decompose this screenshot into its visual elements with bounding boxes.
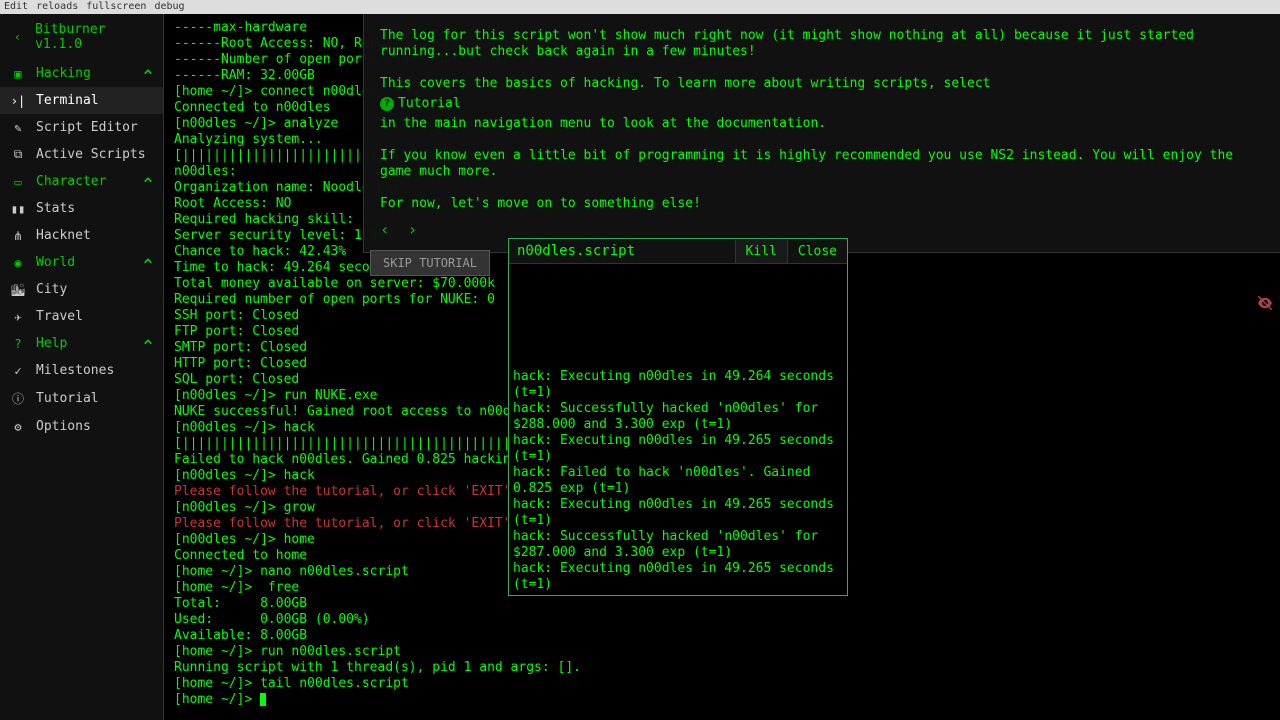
terminal-prompt[interactable]: [home ~/]> (174, 692, 1270, 708)
script-log-output: hack: Executing n00dles in 49.264 second… (509, 264, 847, 595)
log-line: hack: Successfully hacked 'n00dles' for … (513, 401, 843, 433)
chevron-up-icon (143, 336, 153, 351)
script-log-title: n00dles.script (509, 239, 735, 263)
menu-edit[interactable]: Edit (4, 1, 28, 13)
tutorial-text: This covers the basics of hacking. To le… (380, 76, 1266, 92)
app-version[interactable]: ‹ Bitburner v1.1.0 (0, 14, 163, 60)
skip-tutorial-button[interactable]: SKIP TUTORIAL (370, 250, 490, 276)
nav-city[interactable]: 🏙 City (0, 276, 163, 303)
nav-active-scripts[interactable]: ⧉ Active Scripts (0, 141, 163, 168)
tutorial-text: in the main navigation menu to look at t… (380, 116, 1266, 132)
nav-terminal[interactable]: ›| Terminal (0, 87, 163, 114)
nav-stats[interactable]: ▮▮ Stats (0, 195, 163, 222)
info-icon: ⓘ (10, 390, 26, 407)
section-help[interactable]: ? Help (0, 330, 163, 357)
city-icon: 🏙 (10, 283, 26, 297)
question-icon: ? (10, 337, 26, 351)
section-hacking[interactable]: ▣ Hacking (0, 60, 163, 87)
tutorial-text: If you know even a little bit of program… (380, 148, 1266, 180)
log-line: hack: Executing n00dles in 49.265 second… (513, 497, 843, 529)
tutorial-prev-button[interactable]: ‹ (380, 222, 390, 238)
check-icon: ✓ (10, 364, 26, 378)
nav-hacknet[interactable]: ⋔ Hacknet (0, 222, 163, 249)
pencil-icon: ✎ (10, 121, 26, 135)
close-button[interactable]: Close (787, 240, 847, 263)
chevron-up-icon (143, 174, 153, 189)
menu-fullscreen[interactable]: fullscreen (86, 1, 146, 13)
menu-debug[interactable]: debug (154, 1, 184, 13)
section-character[interactable]: ▭ Character (0, 168, 163, 195)
kill-button[interactable]: Kill (735, 240, 787, 263)
user-card-icon: ▭ (10, 175, 26, 189)
stack-icon: ⧉ (10, 147, 26, 162)
tutorial-link[interactable]: ? Tutorial (380, 96, 461, 112)
log-line: hack: Executing n00dles in 49.265 second… (513, 561, 843, 593)
log-line: hack: Successfully hacked 'n00dles' for … (513, 529, 843, 561)
log-line: hack: Failed to hack 'n00dles'. Gained 0… (513, 465, 843, 497)
chevron-left-icon: ‹ (10, 30, 25, 44)
plane-icon: ✈ (10, 310, 26, 324)
nav-milestones[interactable]: ✓ Milestones (0, 357, 163, 384)
script-log-titlebar[interactable]: n00dles.script Kill Close (509, 239, 847, 264)
tutorial-next-button[interactable]: › (408, 222, 418, 238)
nav-travel[interactable]: ✈ Travel (0, 303, 163, 330)
tutorial-panel: The log for this script won't show much … (363, 14, 1280, 253)
script-log-window[interactable]: n00dles.script Kill Close hack: Executin… (508, 238, 848, 596)
sidebar: ‹ Bitburner v1.1.0 ▣ Hacking ›| Terminal… (0, 14, 164, 720)
tutorial-text: For now, let's move on to something else… (380, 196, 1266, 212)
computer-icon: ▣ (10, 67, 26, 81)
tutorial-text: The log for this script won't show much … (380, 28, 1266, 60)
chevron-up-icon (143, 255, 153, 270)
network-icon: ⋔ (10, 229, 26, 243)
log-line: hack: Executing n00dles in 49.265 second… (513, 433, 843, 465)
eye-off-icon[interactable] (1256, 294, 1274, 316)
terminal-icon: ›| (10, 94, 26, 108)
nav-script-editor[interactable]: ✎ Script Editor (0, 114, 163, 141)
chevron-up-icon (143, 66, 153, 81)
section-world[interactable]: ◉ World (0, 249, 163, 276)
nav-options[interactable]: ⚙ Options (0, 413, 163, 440)
nav-tutorial[interactable]: ⓘ Tutorial (0, 384, 163, 413)
question-circle-icon: ? (380, 97, 394, 111)
bars-icon: ▮▮ (10, 202, 26, 216)
menu-reloads[interactable]: reloads (36, 1, 78, 13)
window-menubar: Edit reloads fullscreen debug (0, 0, 1280, 14)
log-line: hack: Executing n00dles in 49.264 second… (513, 369, 843, 401)
gear-icon: ⚙ (10, 420, 26, 434)
globe-icon: ◉ (10, 256, 26, 270)
